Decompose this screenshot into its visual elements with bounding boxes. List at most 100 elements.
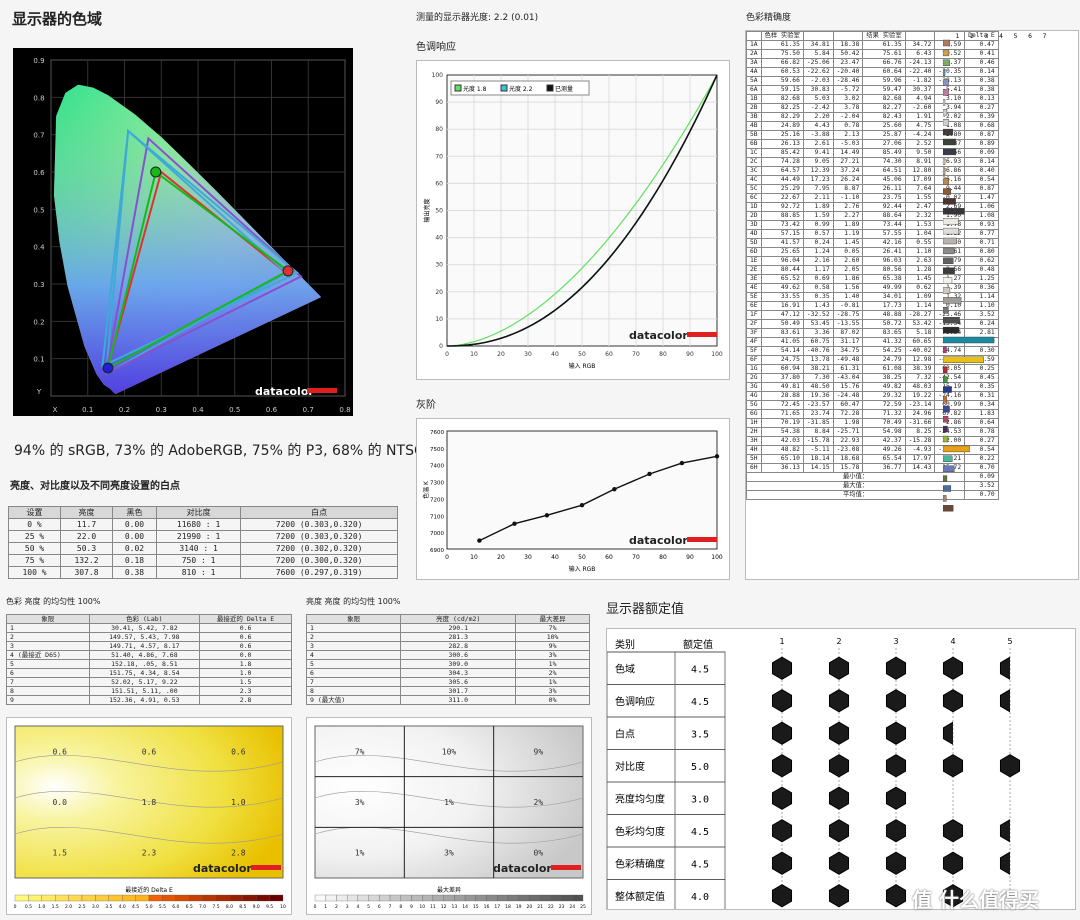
accuracy-cell: 30.37: [904, 85, 936, 95]
gamma-header: 测量的显示器光度: 2.2 (0.01): [416, 10, 538, 23]
accuracy-cell: 1.19: [832, 229, 864, 239]
legend-swatch: [95, 894, 109, 902]
color-uni-cell: 149.57, 5.43, 7.98: [88, 632, 201, 642]
rating-hexagon: [828, 689, 850, 713]
accuracy-header: [904, 31, 936, 41]
primary-point: [282, 265, 294, 277]
delta-e-bar: [943, 445, 970, 453]
brightness-cell: 7200 (0.300,0.320): [240, 554, 398, 567]
legend-tick: 15: [473, 904, 479, 910]
accuracy-cell: 1.40: [832, 292, 864, 302]
legend-tick: 24: [569, 904, 575, 910]
legend-tick: 2.5: [78, 904, 85, 910]
accuracy-cell: 4G: [746, 391, 762, 401]
rating-hexagon: [999, 851, 1010, 875]
datacolor-logo: datacolor: [255, 385, 314, 398]
accuracy-cell: -4.93: [904, 445, 936, 455]
gray-point: [544, 513, 550, 518]
delta-e-bar: [943, 89, 949, 96]
delta-e-bar: [943, 69, 946, 76]
accuracy-cell: 59.15: [760, 85, 804, 95]
y-tick: 50: [435, 208, 443, 215]
color-uni-table: 象限 色彩 (Lab) 最接近的 Delta E 1 30.41, 5.42, 7.82…: [6, 614, 292, 705]
brightness-cell: 3140 : 1: [155, 542, 242, 555]
rating-hexagon: [828, 721, 850, 745]
accuracy-cell: 1B: [746, 94, 762, 104]
accuracy-cell: 82.68: [760, 94, 804, 104]
brightness-cell: 75 %: [7, 554, 62, 567]
accuracy-cell: 2.61: [802, 139, 834, 149]
accuracy-cell: 49.26: [862, 445, 906, 455]
accuracy-cell: 48.82: [760, 445, 804, 455]
bright-uni-row: 5 309.0 1%: [305, 659, 590, 669]
brightness-cell: 11680 : 1: [155, 518, 242, 531]
legend-swatch: [108, 894, 123, 902]
delta-e-bar: [943, 297, 962, 304]
x-tick: 0.1: [82, 406, 93, 414]
legend-tick: 8.0: [226, 904, 233, 910]
color-uni-cell: 30.41, 5.42, 7.82: [88, 623, 201, 633]
bright-uni-header: 最大差异: [515, 614, 590, 624]
accuracy-cell: 36.77: [862, 463, 906, 473]
delta-e-bar: [943, 168, 946, 175]
brightness-cell: 7200 (0.303,0.320): [240, 518, 398, 531]
accuracy-cell: 82.25: [760, 103, 804, 113]
accuracy-cell: 9.50: [904, 148, 936, 158]
y-tick: 70: [435, 153, 443, 160]
accuracy-cell: 3.36: [802, 328, 834, 338]
accuracy-cell: 7.64: [904, 184, 936, 194]
rating-hexagon: [828, 819, 850, 843]
accuracy-footer-label: 最大值：: [746, 481, 966, 491]
delta-e-bar: [943, 247, 955, 255]
accuracy-cell: 48.03: [904, 382, 936, 392]
accuracy-cell: 25.60: [862, 121, 906, 131]
brightness-cell: 810 : 1: [155, 566, 242, 579]
accuracy-cell: 61.31: [832, 364, 864, 374]
x-tick: 40: [551, 351, 559, 358]
legend-swatch: [561, 894, 573, 902]
datacolor-logo: datacolor: [629, 329, 688, 342]
accuracy-cell: -25.06: [802, 58, 834, 68]
brightness-row: 0 % 11.7 0.00 11680 : 1 7200 (0.303,0.320): [7, 518, 398, 531]
accuracy-cell: 49.81: [760, 382, 804, 392]
y-tick: 10: [435, 316, 443, 323]
accuracy-cell: 25.87: [862, 130, 906, 140]
gamma-title: 色调响应: [416, 42, 456, 53]
color-uni-cell: 0.6: [199, 641, 292, 651]
bright-uni-row: 1 290.1 7%: [305, 623, 590, 633]
accuracy-cell: 0.05: [832, 247, 864, 257]
legend-swatch: [162, 894, 176, 902]
bright-uni-cell: 305.6: [400, 677, 517, 687]
accuracy-cell: 0.78: [832, 121, 864, 131]
legend-swatch: [202, 894, 217, 902]
accuracy-cell: -2.60: [904, 103, 936, 113]
legend-swatch: [325, 894, 337, 902]
legend-tick: 5.0: [145, 904, 152, 910]
accuracy-cell: 6C: [746, 193, 762, 203]
rating-panel: 类别 额定值 1 2 3 4 5 色域 4.5 色调响应 4.5 白点 3.5 对比度 5.0 亮度均匀度 3.…: [606, 628, 1076, 913]
bright-uni-cell: 1%: [515, 659, 590, 669]
delta-e-bar: [943, 39, 951, 47]
accuracy-cell: 14.15: [802, 463, 834, 473]
brightness-row: 100 % 307.8 0.38 810 : 1 7600 (0.297,0.319): [7, 566, 398, 579]
color-uni-heatmap: 0.6 0.6 0.6 0.0 1.8 1.0 1.5 2.3 2.8 datacolor 最接近的…: [14, 725, 286, 910]
accuracy-cell: 71.65: [760, 409, 804, 419]
accuracy-panel: 色样 实验室 结果 实验室 Delta E 1A 61.35 34.81 18.38 61.3…: [745, 30, 1079, 580]
legend-swatch: [81, 894, 96, 902]
rating-value: 4.0: [691, 892, 709, 903]
accuracy-cell: 2.13: [832, 130, 864, 140]
legend-tick: 11: [430, 904, 436, 910]
accuracy-cell: 0.58: [802, 283, 834, 293]
rating-hexagon: [771, 884, 793, 908]
legend-swatch: [507, 894, 519, 902]
x-tick: 70: [632, 554, 640, 561]
accuracy-cell: 96.03: [862, 256, 906, 266]
heatmap-label: 1.0: [231, 798, 246, 807]
bright-uni-cell: 1%: [515, 677, 590, 687]
legend-swatch: [454, 84, 462, 92]
accuracy-cell: -23.14: [904, 400, 936, 410]
legend-swatch: [546, 84, 554, 92]
brightness-header: 黑色: [112, 506, 157, 519]
brightness-cell: 0.00: [112, 530, 157, 543]
rating-hexagon: [942, 851, 964, 875]
